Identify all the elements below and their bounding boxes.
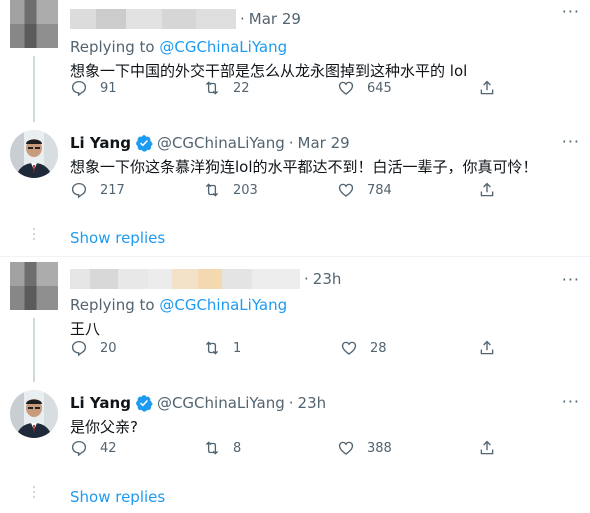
more-options-icon[interactable]: ··· (562, 132, 580, 151)
thread-connector-line (33, 56, 35, 122)
reply-button[interactable]: 42 (70, 438, 117, 458)
like-button[interactable]: 28 (340, 338, 387, 358)
thread-connector-line (33, 318, 35, 382)
like-button[interactable]: 645 (337, 78, 392, 98)
person-avatar-icon (10, 390, 58, 438)
retweet-icon (205, 341, 219, 355)
show-replies-link[interactable]: Show replies (70, 488, 165, 506)
user-handle[interactable]: @CGChinaLiYang (157, 394, 285, 412)
replying-to-mention[interactable]: @CGChinaLiYang (159, 38, 287, 56)
user-handle[interactable]: @CGChinaLiYang (157, 134, 285, 152)
verified-badge-icon (135, 394, 153, 412)
share-button[interactable] (478, 78, 496, 98)
timestamp[interactable]: 23h (298, 394, 327, 412)
share-icon (480, 440, 494, 455)
heart-icon (338, 441, 354, 455)
verified-badge-icon (135, 134, 153, 152)
blurred-username[interactable] (70, 8, 236, 30)
more-options-icon[interactable]: ··· (562, 392, 580, 411)
retweet-count: 8 (233, 440, 242, 456)
heart-icon (338, 183, 354, 197)
like-button[interactable]: 784 (337, 180, 392, 200)
thread-dots (33, 486, 35, 501)
share-button[interactable] (478, 338, 496, 358)
replying-to-mention[interactable]: @CGChinaLiYang (159, 296, 287, 314)
tweet-text: 想象一下你这条慕洋狗连lol的水平都达不到！白活一辈子，你真可怜！ (70, 158, 538, 176)
thread-dots (33, 228, 35, 243)
display-name[interactable]: Li Yang (70, 394, 131, 412)
replying-to: Replying to @CGChinaLiYang (70, 36, 580, 58)
tweet-text: 王八 (70, 320, 101, 338)
reply-icon (71, 182, 87, 199)
tweet-text: 是你父亲? (70, 418, 138, 436)
reply-icon (71, 440, 87, 457)
timestamp[interactable]: Mar 29 (298, 134, 350, 152)
like-count: 28 (370, 340, 387, 356)
tweet-li-yang-response-2[interactable]: Li Yang @CGChinaLiYang · 23h 是你父亲? ··· 4… (0, 382, 590, 482)
avatar[interactable] (10, 262, 58, 310)
tweet-li-yang-response-1[interactable]: Li Yang @CGChinaLiYang · Mar 29 想象一下你这条慕… (0, 122, 590, 222)
avatar-li-yang[interactable] (10, 390, 58, 438)
show-replies-link[interactable]: Show replies (70, 229, 165, 247)
retweet-icon (205, 441, 219, 455)
like-button[interactable]: 388 (337, 438, 392, 458)
like-count: 645 (367, 80, 392, 96)
replying-to: Replying to @CGChinaLiYang (70, 294, 580, 316)
separator-dot: · (288, 394, 294, 412)
retweet-icon (205, 183, 219, 197)
reply-icon (71, 340, 87, 357)
reply-button[interactable]: 91 (70, 78, 117, 98)
reply-count: 217 (100, 182, 125, 198)
retweet-count: 203 (233, 182, 258, 198)
twitter-thread-page: · Mar 29 Replying to @CGChinaLiYang 想象一下… (0, 0, 590, 513)
heart-icon (338, 81, 354, 95)
timestamp[interactable]: Mar 29 (249, 10, 301, 28)
reply-count: 20 (100, 340, 117, 356)
timestamp[interactable]: 23h (313, 270, 342, 288)
replying-to-label: Replying to (70, 38, 155, 56)
tweet-anon-reply-1[interactable]: · Mar 29 Replying to @CGChinaLiYang 想象一下… (0, 0, 590, 122)
retweet-icon (205, 81, 219, 95)
blurred-username[interactable] (70, 268, 300, 290)
more-options-icon[interactable]: ··· (562, 270, 580, 289)
reply-count: 91 (100, 80, 117, 96)
separator-dot: · (288, 134, 294, 152)
tweet-anon-reply-2[interactable]: · 23h Replying to @CGChinaLiYang 王八 ··· … (0, 258, 590, 382)
like-count: 388 (367, 440, 392, 456)
replying-to-label: Replying to (70, 296, 155, 314)
retweet-count: 22 (233, 80, 250, 96)
like-count: 784 (367, 182, 392, 198)
share-icon (480, 340, 494, 355)
reply-button[interactable]: 217 (70, 180, 125, 200)
retweet-count: 1 (233, 340, 242, 356)
more-options-icon[interactable]: ··· (562, 2, 580, 21)
person-avatar-icon (10, 130, 58, 178)
avatar[interactable] (10, 0, 58, 48)
separator-dot: · (304, 270, 309, 288)
retweet-button[interactable]: 203 (203, 180, 258, 200)
share-icon (480, 80, 494, 95)
share-button[interactable] (478, 438, 496, 458)
retweet-button[interactable]: 22 (203, 78, 250, 98)
retweet-button[interactable]: 8 (203, 438, 241, 458)
reply-button[interactable]: 20 (70, 338, 117, 358)
share-icon (480, 182, 494, 197)
reply-count: 42 (100, 440, 117, 456)
divider (0, 256, 590, 257)
share-button[interactable] (478, 180, 496, 200)
separator-dot: · (240, 10, 245, 28)
avatar-li-yang[interactable] (10, 130, 58, 178)
retweet-button[interactable]: 1 (203, 338, 241, 358)
heart-icon (341, 341, 357, 355)
display-name[interactable]: Li Yang (70, 134, 131, 152)
tweet-text: 想象一下中国的外交干部是怎么从龙永图掉到这种水平的 lol (70, 62, 468, 80)
reply-icon (71, 80, 87, 97)
